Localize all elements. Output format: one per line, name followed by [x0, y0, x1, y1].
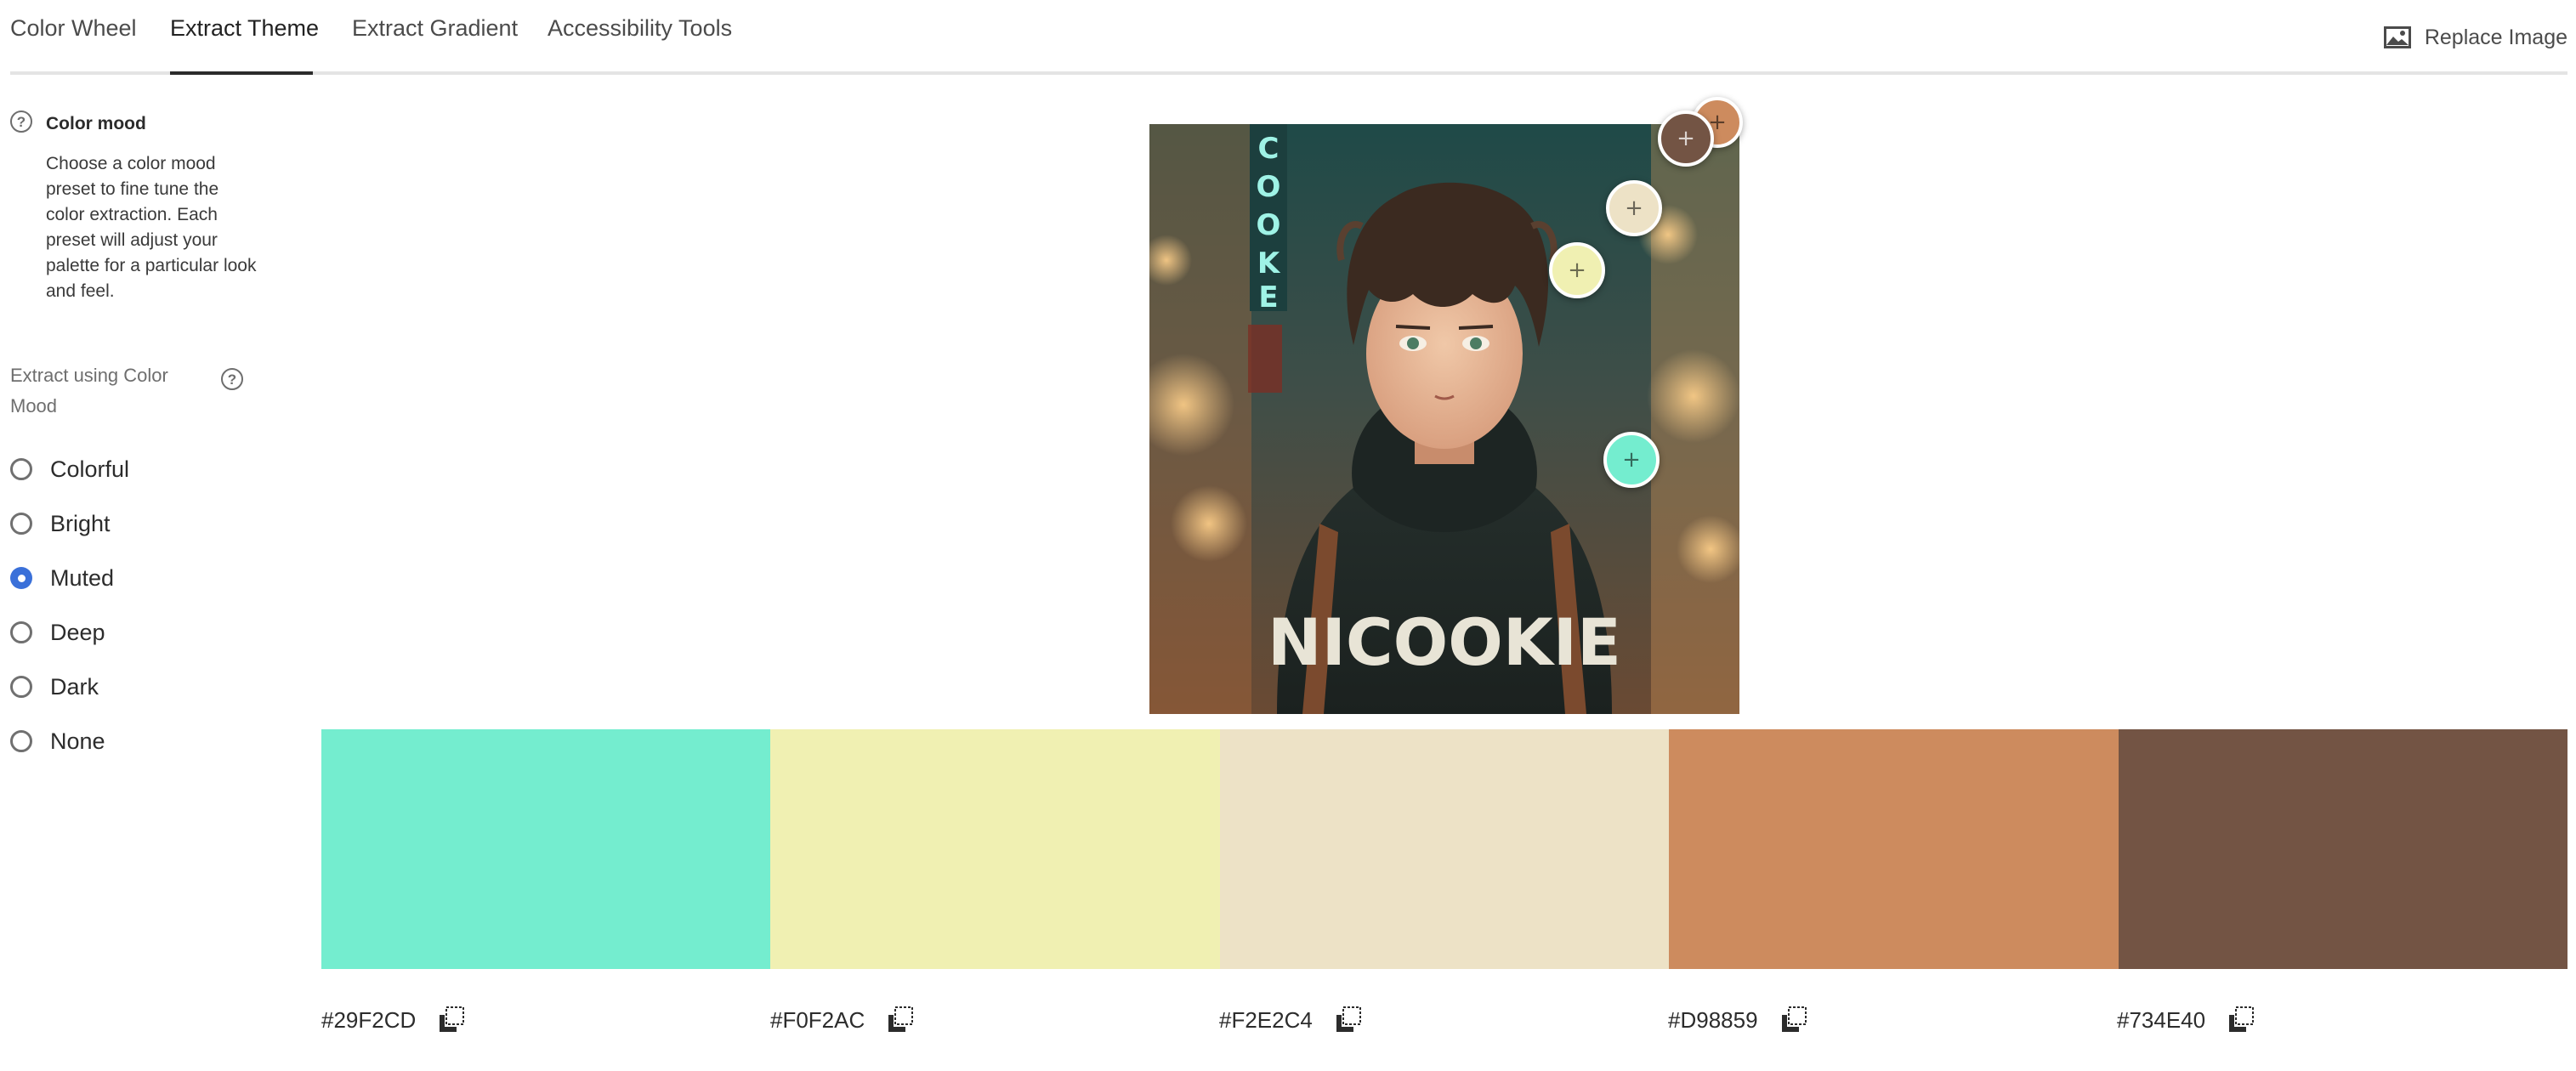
plus-icon: + [1568, 258, 1586, 283]
tab-bar: Color Wheel Extract Theme Extract Gradie… [10, 0, 2567, 75]
neon-sign-letter-5: E [1258, 280, 1278, 314]
mood-option-label: Bright [50, 510, 111, 536]
mood-option-colorful[interactable]: Colorful [10, 452, 129, 486]
palette-swatch[interactable] [1669, 729, 2119, 969]
radio-button[interactable] [10, 676, 32, 698]
radio-button[interactable] [10, 458, 32, 480]
hex-code-text[interactable]: #D98859 [1668, 1007, 1758, 1034]
mood-option-label: Dark [50, 673, 99, 700]
mood-option-deep[interactable]: Deep [10, 615, 105, 649]
plus-icon: + [1677, 126, 1695, 151]
mood-option-label: Colorful [50, 456, 130, 482]
plus-icon: + [1625, 196, 1643, 221]
palette-swatch[interactable] [2118, 729, 2568, 969]
mood-option-label: None [50, 728, 105, 754]
color-mood-title: Color mood [46, 114, 146, 133]
tab-color-wheel[interactable]: Color Wheel [10, 15, 137, 71]
extract-help-icon[interactable]: ? [221, 368, 243, 390]
copy-icon[interactable] [436, 1005, 467, 1035]
hex-code-item: #F0F2AC [770, 1001, 916, 1039]
palette-swatch[interactable] [1219, 729, 1670, 969]
neon-sign-letter-3: O [1257, 208, 1281, 242]
help-icon[interactable]: ? [10, 110, 32, 133]
tab-accessibility-tools[interactable]: Accessibility Tools [548, 15, 732, 71]
neon-sign-letter-2: O [1257, 170, 1281, 204]
color-picker-handle-5[interactable]: + [1658, 110, 1714, 167]
hex-code-item: #734E40 [2117, 1001, 2256, 1039]
extract-theme-page: Color Wheel Extract Theme Extract Gradie… [0, 0, 2576, 1071]
image-icon [2383, 26, 2411, 48]
mood-option-label: Muted [50, 564, 115, 591]
mood-option-bright[interactable]: Bright [10, 507, 111, 541]
mood-option-none[interactable]: None [10, 724, 105, 758]
copy-icon[interactable] [1779, 1005, 1809, 1035]
extract-using-mood-label: Extract using Color Mood [10, 365, 168, 416]
color-picker-handle-2[interactable]: + [1549, 242, 1605, 298]
mood-option-label: Deep [50, 619, 105, 645]
mood-option-muted[interactable]: Muted [10, 561, 114, 595]
palette-swatch[interactable] [321, 729, 771, 969]
replace-image-button[interactable]: Replace Image [2383, 22, 2567, 53]
hex-code-text[interactable]: #29F2CD [321, 1007, 416, 1034]
tab-extract-gradient[interactable]: Extract Gradient [352, 15, 518, 71]
copy-icon[interactable] [2226, 1005, 2256, 1035]
hex-code-text[interactable]: #F2E2C4 [1219, 1007, 1313, 1034]
palette-swatch[interactable] [770, 729, 1220, 969]
plus-icon: + [1622, 447, 1641, 473]
hex-code-item: #F2E2C4 [1219, 1001, 1364, 1039]
color-picker-handle-1[interactable]: + [1603, 432, 1660, 488]
copy-icon[interactable] [885, 1005, 916, 1035]
color-mood-description: Choose a color mood preset to fine tune … [46, 154, 257, 301]
palette-hex-codes: #29F2CD #F0F2AC #F2E2C4 #D98859 #734E40 [321, 1001, 2567, 1039]
mood-option-dark[interactable]: Dark [10, 670, 99, 704]
radio-button-selected[interactable] [10, 567, 32, 589]
radio-button[interactable] [10, 621, 32, 643]
radio-button[interactable] [10, 513, 32, 535]
neon-sign-letter-4: K [1257, 246, 1281, 280]
hex-code-item: #D98859 [1668, 1001, 1809, 1039]
neon-sign-letter-1: C [1258, 132, 1279, 166]
replace-image-label: Replace Image [2424, 25, 2567, 49]
radio-button[interactable] [10, 730, 32, 752]
tab-extract-theme[interactable]: Extract Theme [170, 15, 319, 75]
hex-code-item: #29F2CD [321, 1001, 467, 1039]
palette-swatches [321, 729, 2568, 969]
hex-code-text[interactable]: #734E40 [2117, 1007, 2205, 1034]
shirt-text: NICOOKIE [1268, 604, 1621, 680]
copy-icon[interactable] [1333, 1005, 1364, 1035]
hex-code-text[interactable]: #F0F2AC [770, 1007, 865, 1034]
color-picker-handle-3[interactable]: + [1606, 180, 1662, 236]
